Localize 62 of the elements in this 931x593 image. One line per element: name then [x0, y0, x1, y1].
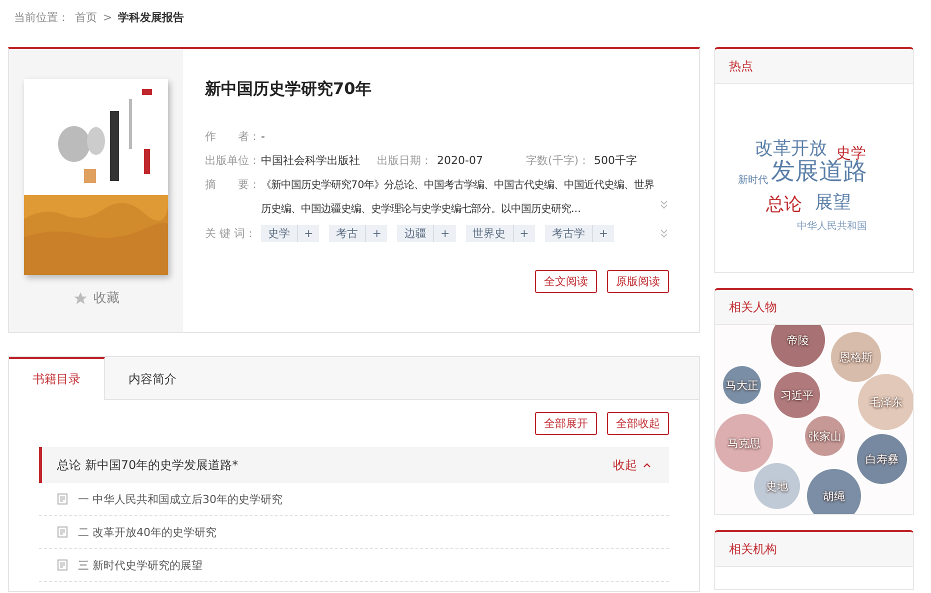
- field-label: 出版日期：: [377, 154, 433, 167]
- hot-word[interactable]: 新时代: [738, 176, 768, 186]
- add-keyword-button[interactable]: +: [298, 227, 320, 240]
- field-value: 2020-07: [437, 154, 484, 167]
- expand-all-button[interactable]: 全部展开: [535, 412, 597, 435]
- collapse-all-button[interactable]: 全部收起: [607, 412, 669, 435]
- star-icon: [72, 290, 88, 306]
- field-label: 作 者：: [205, 130, 261, 143]
- person-bubble[interactable]: 马大正: [723, 366, 761, 404]
- keyword-link[interactable]: 考古: [329, 225, 366, 242]
- breadcrumb-link[interactable]: 首页: [75, 10, 97, 24]
- add-keyword-button[interactable]: +: [592, 227, 614, 240]
- tab[interactable]: 书籍目录: [9, 357, 105, 400]
- toc-item[interactable]: 二 改革开放40年的史学研究: [39, 516, 669, 549]
- field-label: 出版单位：: [205, 154, 261, 167]
- person-bubble[interactable]: 习近平: [774, 372, 820, 418]
- keyword-link[interactable]: 世界史: [466, 225, 514, 242]
- keyword-link[interactable]: 考古学: [544, 225, 593, 242]
- person-bubble[interactable]: 张家山: [805, 416, 845, 456]
- chapter-title: 总论 新中国70年的史学发展道路*: [56, 456, 240, 474]
- read-button[interactable]: 全文阅读: [535, 270, 597, 293]
- person-bubble[interactable]: 胡绳: [807, 469, 861, 514]
- chapter-row[interactable]: 总论 新中国70年的史学发展道路* 收起: [39, 447, 669, 483]
- keyword-link[interactable]: 史学: [261, 225, 298, 242]
- collapse-toggle[interactable]: 收起: [613, 456, 651, 474]
- person-bubble[interactable]: 帝陵: [771, 325, 825, 367]
- field-label: 字数(千字)：: [526, 154, 591, 167]
- field-value: 中国社会科学出版社: [261, 154, 361, 167]
- add-keyword-button[interactable]: +: [434, 227, 456, 240]
- tab[interactable]: 内容简介: [105, 357, 201, 400]
- breadcrumb-separator: >: [103, 10, 112, 24]
- person-bubble[interactable]: 白寿彝: [857, 434, 907, 484]
- abstract-text: 《新中国历史学研究70年》分总论、中国考古学编、中国古代史编、中国近代史编、世界历史编、中国边疆史编、史学理论与史学史编七部分。以中国历史研究...: [261, 178, 656, 217]
- breadcrumb-label: 当前位置：: [14, 10, 69, 24]
- document-icon: [57, 526, 68, 538]
- add-keyword-button[interactable]: +: [514, 227, 535, 240]
- keyword-link[interactable]: 边疆: [397, 225, 434, 242]
- hot-word[interactable]: 总论: [766, 196, 802, 214]
- hot-word[interactable]: 史学: [836, 146, 866, 161]
- panel-title: 相关人物: [729, 298, 777, 316]
- panel-title: 热点: [729, 58, 753, 74]
- add-keyword-button[interactable]: +: [366, 227, 388, 240]
- field-value: -: [261, 130, 265, 143]
- caret-icon: [643, 462, 651, 468]
- field-label: 关 键 词：: [205, 227, 257, 240]
- book-title: 新中国历史学研究70年: [205, 79, 372, 100]
- hot-word[interactable]: 展望: [815, 194, 851, 212]
- toc-item[interactable]: 一 中华人民共和国成立后30年的史学研究: [39, 483, 669, 516]
- document-icon: [57, 493, 68, 505]
- read-button[interactable]: 原版阅读: [607, 270, 669, 293]
- field-value: 500千字: [594, 154, 637, 167]
- expand-icon[interactable]: [659, 228, 669, 238]
- hot-word[interactable]: 中华人民共和国: [797, 222, 867, 232]
- document-icon: [57, 559, 68, 571]
- panel-title: 相关机构: [729, 540, 777, 558]
- expand-icon[interactable]: [659, 200, 669, 210]
- breadcrumb-link[interactable]: 学科发展报告: [118, 10, 184, 24]
- toc-item[interactable]: 三 新时代史学研究的展望: [39, 549, 669, 582]
- hot-word[interactable]: 发展道路: [771, 159, 867, 183]
- field-label: 摘 要：: [205, 178, 261, 191]
- favorite-button[interactable]: 收藏: [72, 289, 120, 307]
- hot-word[interactable]: 改革开放: [755, 140, 827, 158]
